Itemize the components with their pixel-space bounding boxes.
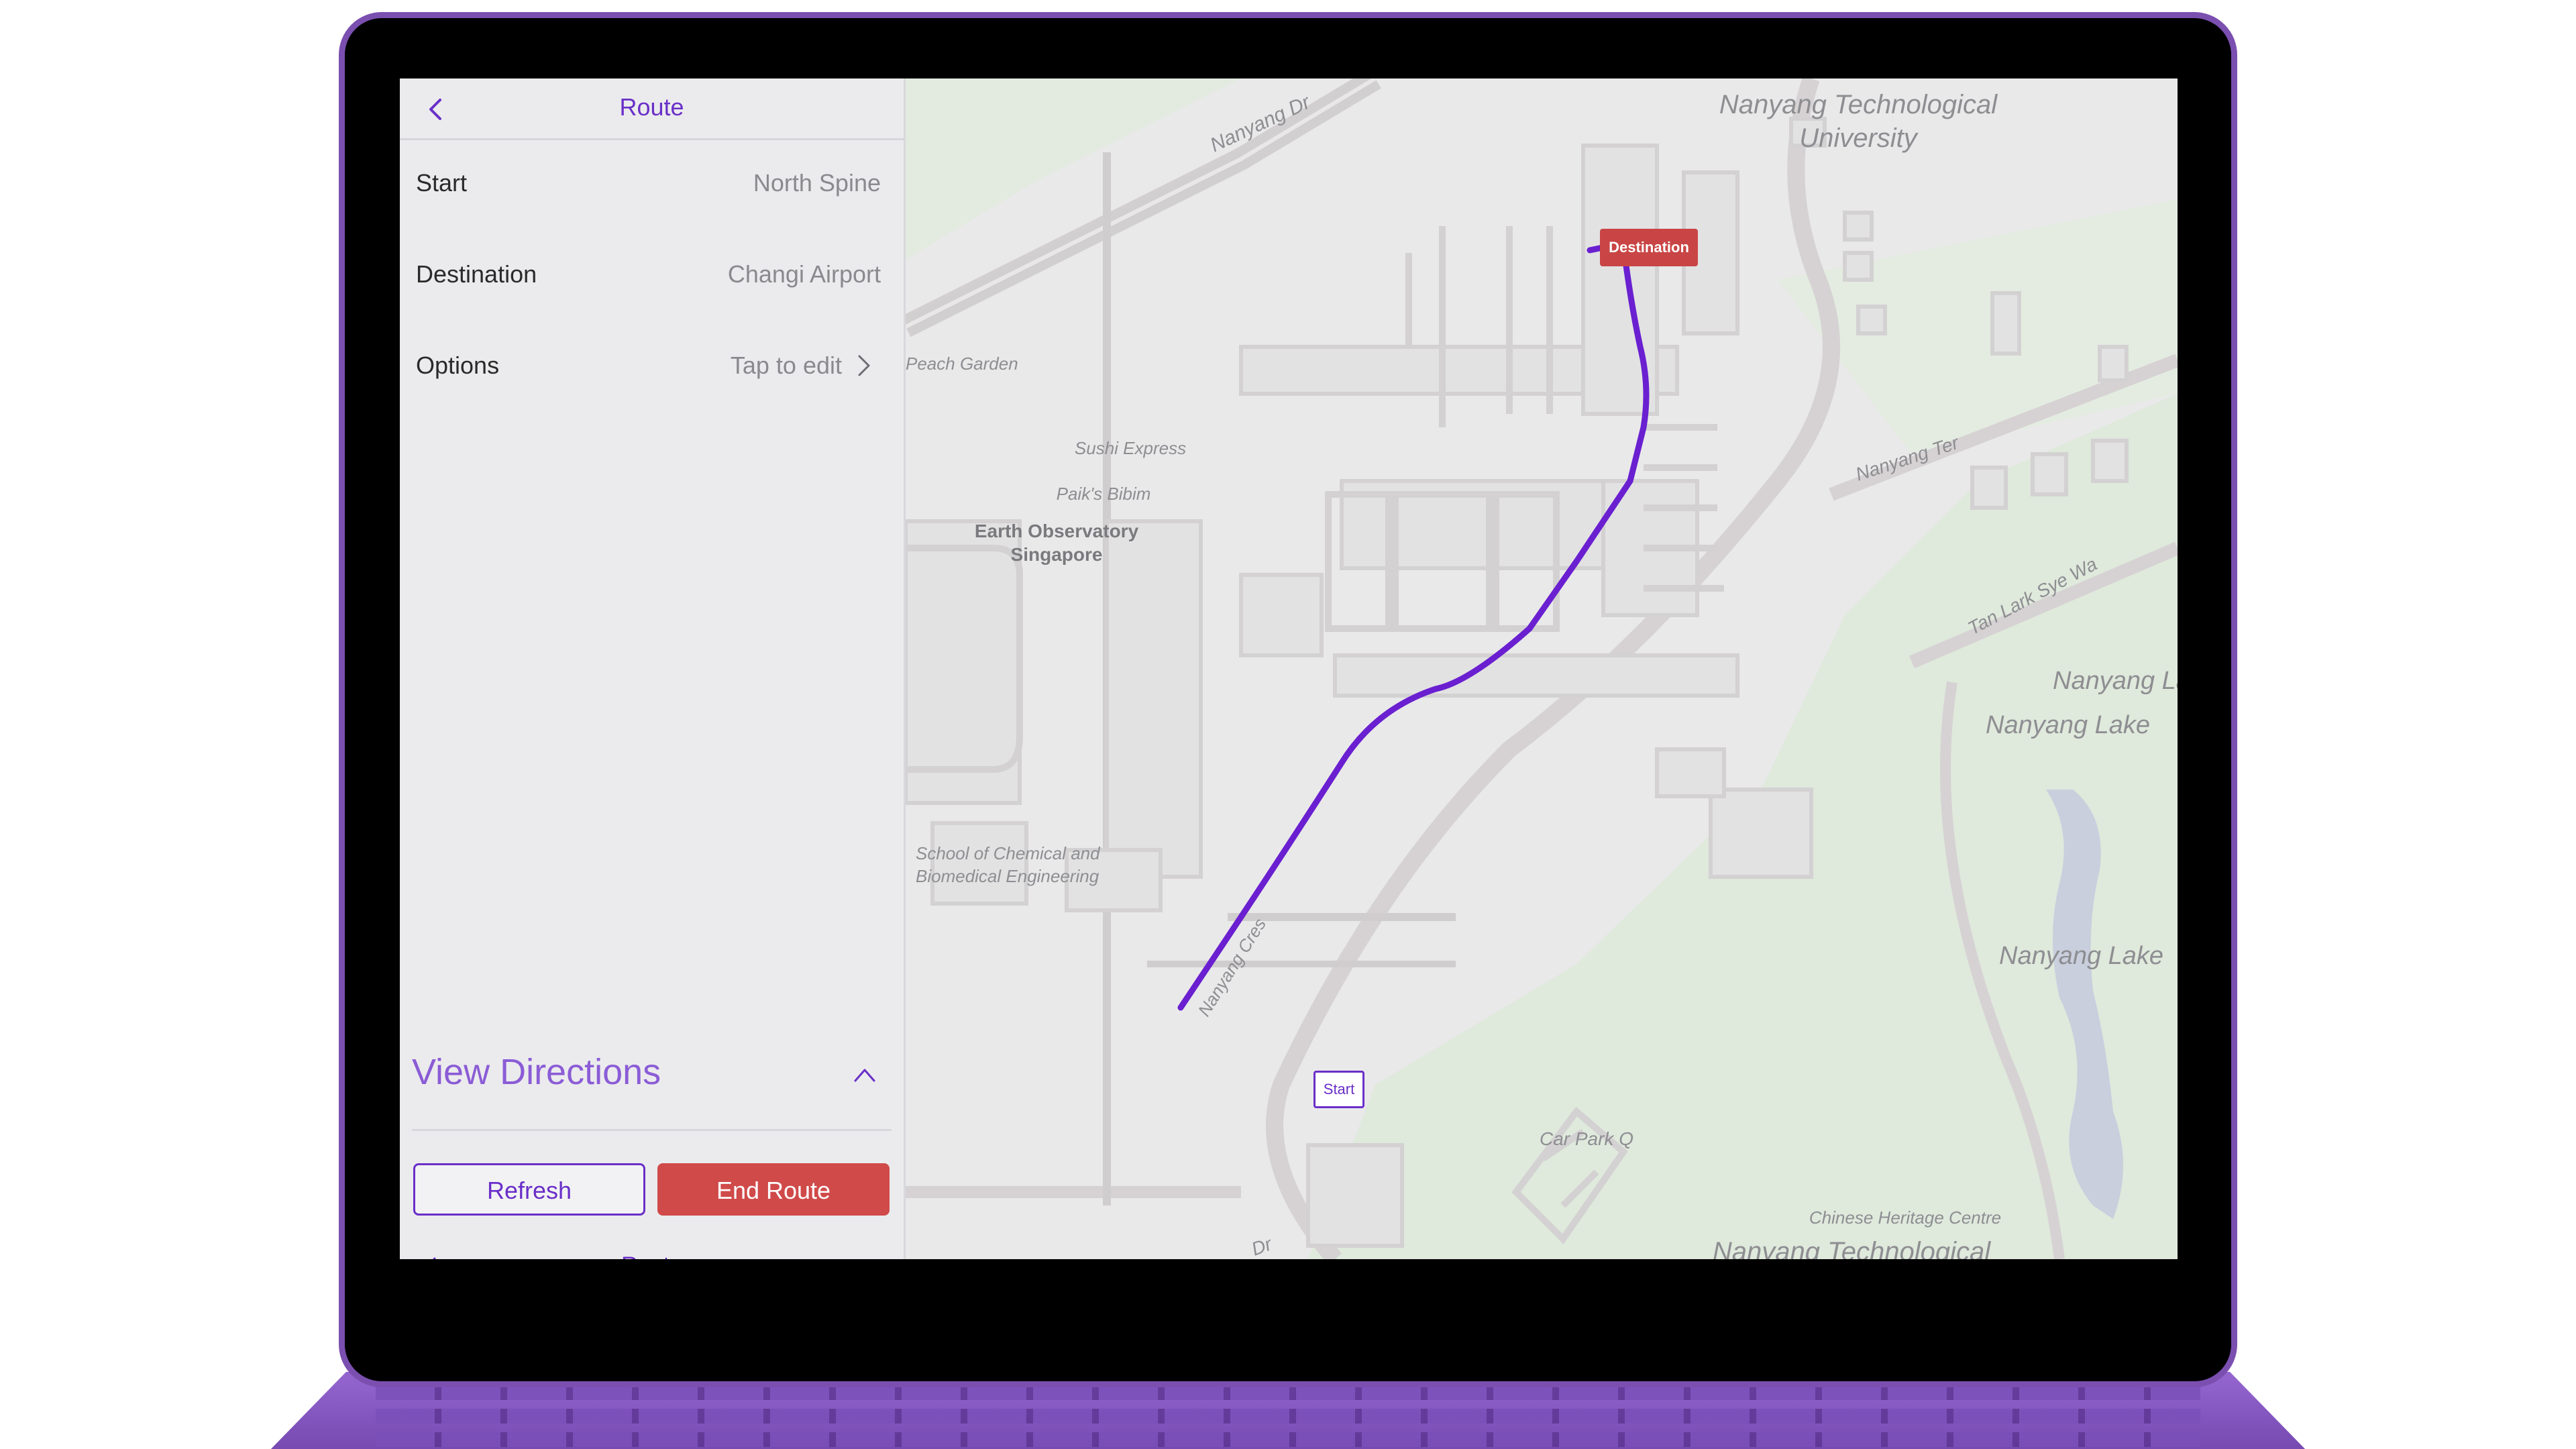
nav-bar: Route — [400, 78, 904, 140]
next-screen-peek: Route — [400, 1242, 904, 1259]
map-label-nanyang-lake: Nanyang Lake — [2053, 667, 2178, 695]
divider — [412, 1129, 892, 1131]
options-value: Tap to edit — [730, 352, 842, 379]
scene: Nanyang Dr Nanyang Technological Univers… — [0, 0, 2576, 1449]
route-panel: Route Start North Spine Destination Chan… — [400, 78, 906, 1259]
map-label-paiks-bibim: Paik's Bibim — [1057, 484, 1151, 504]
page-title: Route — [619, 93, 684, 121]
map-label-scbe: Biomedical Engineering — [916, 866, 1099, 886]
map-label-nanyang-lake: Nanyang Lake — [1986, 711, 2150, 739]
start-label: Start — [416, 169, 468, 197]
keyboard-keys — [376, 1409, 2200, 1424]
map-label-eos: Singapore — [1011, 544, 1103, 565]
map-label-ntu: Nanyang Technological — [1719, 90, 1998, 119]
keyboard-keys — [376, 1432, 2200, 1447]
chevron-right-icon — [858, 355, 870, 376]
map-canvas[interactable]: Nanyang Dr Nanyang Technological Univers… — [900, 78, 2178, 1259]
start-marker[interactable]: Start — [1313, 1071, 1364, 1108]
options-row[interactable]: Options Tap to edit — [400, 323, 904, 410]
map-label-chinese-heritage: Chinese Heritage Centre — [1809, 1208, 2001, 1228]
chevron-up-icon[interactable] — [853, 1065, 877, 1085]
map-label-peach-garden: Peach Garden — [906, 354, 1018, 374]
peek-title: Route — [400, 1252, 904, 1259]
map-label-sushi-express: Sushi Express — [1075, 438, 1186, 458]
destination-label: Destination — [416, 260, 537, 288]
refresh-button[interactable]: Refresh — [413, 1163, 645, 1216]
start-row[interactable]: Start North Spine — [400, 140, 904, 227]
map-label-ntu-bottom: Nanyang Technological — [1713, 1237, 1991, 1259]
map-label-car-park: Car Park Q — [1540, 1128, 1633, 1149]
map-label-nanyang-lake: Nanyang Lake — [1999, 942, 2163, 970]
map-label-scbe: School of Chemical and — [916, 843, 1101, 863]
map-label-ntu: University — [1799, 123, 1919, 153]
map-label-eos: Earth Observatory — [975, 521, 1139, 541]
keyboard-keys — [376, 1385, 2200, 1400]
end-route-button[interactable]: End Route — [657, 1163, 890, 1216]
destination-value: Changi Airport — [727, 260, 881, 288]
destination-row[interactable]: Destination Changi Airport — [400, 231, 904, 319]
start-value: North Spine — [753, 169, 881, 197]
options-label: Options — [416, 352, 500, 379]
app-screen: Nanyang Dr Nanyang Technological Univers… — [400, 78, 2178, 1259]
destination-marker[interactable]: Destination — [1600, 229, 1698, 266]
map-view[interactable]: Nanyang Dr Nanyang Technological Univers… — [900, 78, 2178, 1259]
view-directions-toggle[interactable]: View Directions — [412, 1051, 661, 1093]
